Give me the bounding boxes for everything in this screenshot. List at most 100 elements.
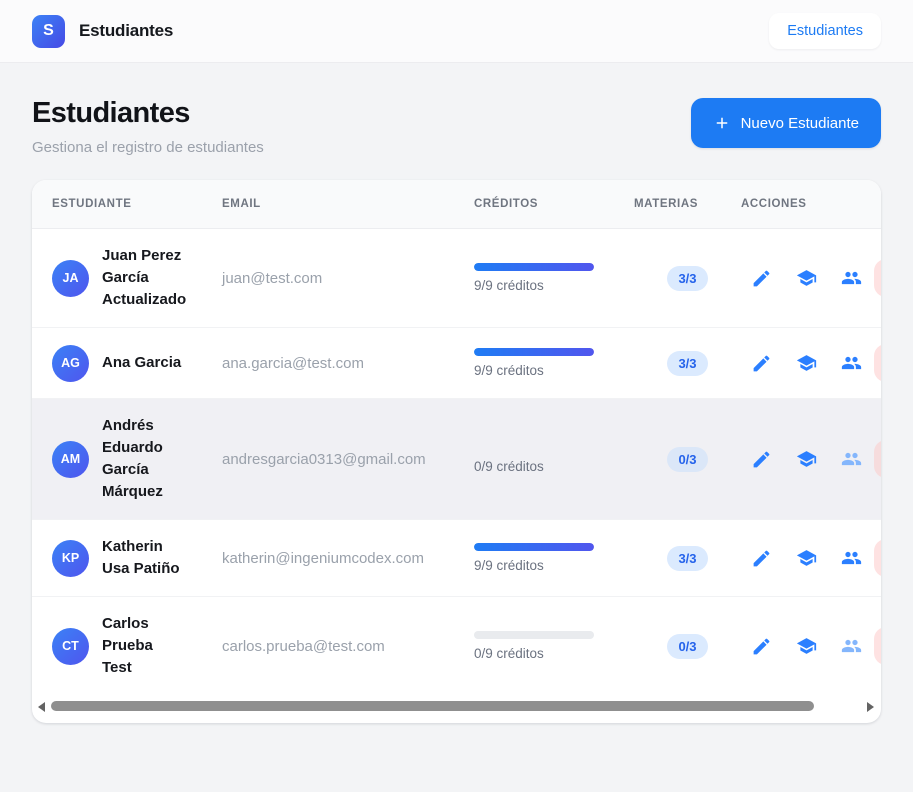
delete-student-button[interactable] (874, 539, 881, 577)
student-cell: AM Andrés Eduardo García Márquez (32, 415, 222, 503)
subjects-button[interactable] (796, 449, 817, 470)
credits-progress-fill (474, 263, 594, 271)
credits-label: 9/9 créditos (474, 363, 544, 378)
pencil-icon (753, 638, 770, 654)
groups-button[interactable] (841, 353, 862, 374)
subjects-button[interactable] (796, 353, 817, 374)
edit-student-button[interactable] (751, 636, 772, 657)
student-cell: AG Ana Garcia (32, 344, 222, 382)
student-avatar: KP (52, 539, 89, 577)
credits-progress-fill (474, 348, 594, 356)
student-name: Andrés Eduardo García Márquez (102, 417, 163, 500)
pencil-icon (753, 550, 770, 566)
credits-cell: 9/9 créditos (474, 543, 634, 573)
student-email: carlos.prueba@test.com (222, 637, 385, 655)
credits-progress-track (474, 543, 594, 551)
edit-student-button[interactable] (751, 548, 772, 569)
student-email: katherin@ingeniumcodex.com (222, 549, 424, 567)
credits-cell: 0/9 créditos (474, 444, 634, 474)
credits-progress-track (474, 263, 594, 271)
graduation-cap-icon (796, 355, 817, 371)
students-table-card: ESTUDIANTE EMAIL CRÉDITOS MATERIAS ACCIO… (32, 180, 881, 723)
credits-label: 9/9 créditos (474, 278, 544, 293)
scroll-right-arrow-icon[interactable] (867, 702, 874, 712)
actions-cell (741, 344, 881, 382)
pencil-icon (753, 270, 770, 286)
groups-button[interactable] (841, 268, 862, 289)
column-header-creditos: CRÉDITOS (474, 198, 539, 210)
student-name: Carlos Prueba Test (102, 615, 153, 676)
student-name: Juan Perez García Actualizado (102, 247, 187, 308)
main-content: Estudiantes Gestiona el registro de estu… (0, 63, 913, 723)
actions-cell (741, 440, 881, 478)
page-header: Estudiantes Gestiona el registro de estu… (32, 97, 881, 156)
table-row: JA Juan Perez García Actualizado juan@te… (32, 229, 881, 328)
delete-student-button[interactable] (874, 259, 881, 297)
people-icon (841, 551, 862, 565)
student-email: andresgarcia0313@gmail.com (222, 450, 426, 468)
materias-cell: 3/3 (634, 265, 741, 291)
groups-button[interactable] (841, 548, 862, 569)
student-name: Ana Garcia (102, 354, 182, 371)
scrollbar-thumb[interactable] (51, 701, 814, 711)
student-cell: JA Juan Perez García Actualizado (32, 245, 222, 311)
actions-cell (741, 627, 881, 665)
column-header-estudiante: ESTUDIANTE (52, 198, 132, 210)
graduation-cap-icon (796, 550, 817, 566)
column-header-email: EMAIL (222, 198, 261, 210)
credits-progress-track (474, 348, 594, 356)
student-avatar: AG (52, 344, 89, 382)
delete-student-button[interactable] (874, 440, 881, 478)
people-icon (841, 639, 862, 653)
edit-student-button[interactable] (751, 353, 772, 374)
materias-cell: 3/3 (634, 545, 741, 571)
student-cell: CT Carlos Prueba Test (32, 613, 222, 679)
delete-student-button[interactable] (874, 627, 881, 665)
people-icon (841, 356, 862, 370)
table-header-row: ESTUDIANTE EMAIL CRÉDITOS MATERIAS ACCIO… (32, 180, 881, 229)
scroll-left-arrow-icon[interactable] (38, 702, 45, 712)
nav-estudiantes-button[interactable]: Estudiantes (769, 13, 881, 49)
pencil-icon (753, 355, 770, 371)
credits-cell: 0/9 créditos (474, 631, 634, 661)
app-title: Estudiantes (79, 21, 174, 40)
materias-badge: 0/3 (667, 446, 708, 472)
student-avatar: JA (52, 259, 89, 297)
materias-badge: 3/3 (667, 265, 708, 291)
people-icon (841, 271, 862, 285)
table-row: CT Carlos Prueba Test carlos.prueba@test… (32, 597, 881, 695)
page-title: Estudiantes (32, 97, 190, 129)
materias-cell: 3/3 (634, 350, 741, 376)
subjects-button[interactable] (796, 268, 817, 289)
app-header: S Estudiantes Estudiantes (0, 0, 913, 63)
delete-student-button[interactable] (874, 344, 881, 382)
groups-button[interactable] (841, 636, 862, 657)
credits-progress-fill (474, 543, 594, 551)
actions-cell (741, 539, 881, 577)
student-cell: KP Katherin Usa Patiño (32, 536, 222, 580)
subjects-button[interactable] (796, 636, 817, 657)
edit-student-button[interactable] (751, 449, 772, 470)
app-window: S Estudiantes Estudiantes Estudiantes Ge… (0, 0, 913, 792)
credits-cell: 9/9 créditos (474, 263, 634, 293)
credits-progress-track (474, 631, 594, 639)
new-student-button-label: Nuevo Estudiante (740, 114, 859, 132)
edit-student-button[interactable] (751, 268, 772, 289)
groups-button[interactable] (841, 449, 862, 470)
subjects-button[interactable] (796, 548, 817, 569)
materias-cell: 0/3 (634, 446, 741, 472)
table-row: AM Andrés Eduardo García Márquez andresg… (32, 399, 881, 520)
app-logo: S (32, 14, 65, 48)
actions-cell (741, 259, 881, 297)
horizontal-scrollbar[interactable] (32, 698, 881, 714)
page-title-block: Estudiantes Gestiona el registro de estu… (32, 97, 264, 156)
graduation-cap-icon (796, 451, 817, 467)
materias-cell: 0/3 (634, 633, 741, 659)
credits-progress-track (474, 444, 594, 452)
new-student-button[interactable]: Nuevo Estudiante (690, 98, 881, 148)
pencil-icon (753, 451, 770, 467)
page-subtitle: Gestiona el registro de estudiantes (32, 139, 264, 156)
column-header-materias: MATERIAS (634, 198, 699, 210)
credits-label: 0/9 créditos (474, 646, 544, 661)
student-name: Katherin Usa Patiño (102, 538, 180, 577)
